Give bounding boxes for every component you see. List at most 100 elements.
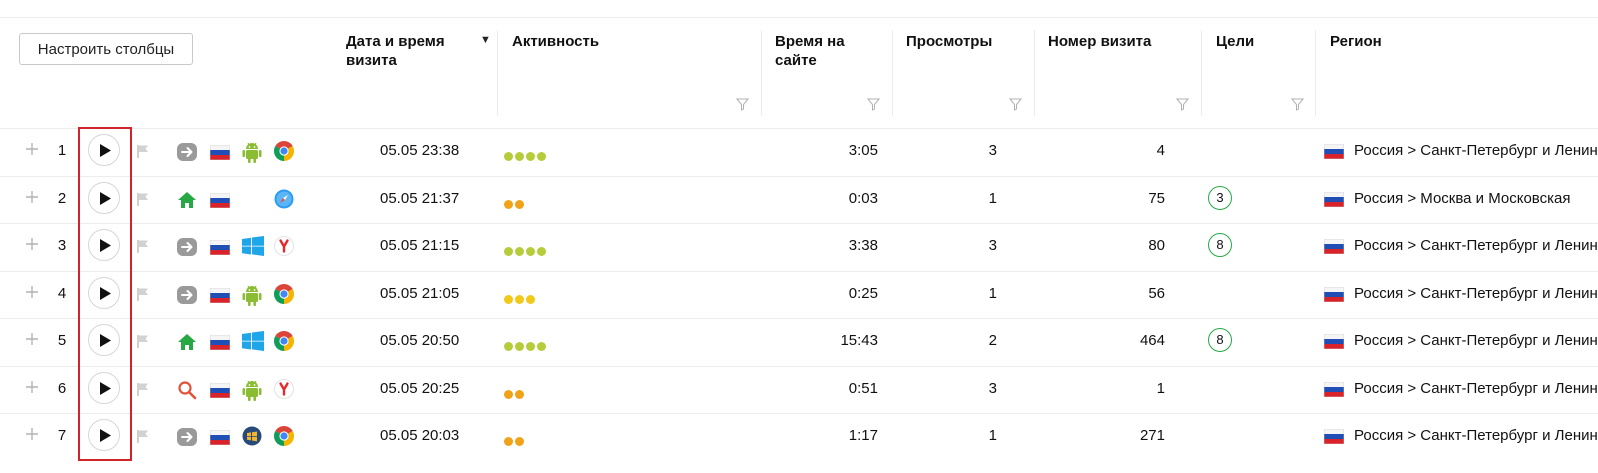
visit-number: 75 bbox=[1148, 189, 1165, 207]
direct-arrow-icon bbox=[177, 427, 197, 452]
time-on-site: 15:43 bbox=[840, 332, 878, 349]
expand-row-icon[interactable] bbox=[24, 141, 40, 157]
views-count: 3 bbox=[988, 379, 997, 397]
visit-datetime: 05.05 20:50 bbox=[380, 332, 460, 349]
visit-number-filter-icon[interactable] bbox=[1176, 98, 1189, 111]
row-number: 2 bbox=[57, 189, 67, 207]
expand-row-icon[interactable] bbox=[24, 379, 40, 395]
android-icon bbox=[242, 141, 262, 168]
play-session-button[interactable] bbox=[88, 229, 120, 261]
region-text: Россия > Санкт-Петербург и Ленинградская bbox=[1354, 332, 1598, 349]
activity-dot bbox=[504, 247, 513, 256]
play-session-button[interactable] bbox=[88, 419, 120, 451]
russia-flag-icon bbox=[1323, 191, 1345, 212]
row-number: 7 bbox=[57, 427, 67, 444]
russia-flag-icon bbox=[1323, 238, 1345, 259]
activity-dot bbox=[537, 152, 546, 161]
views-count: 3 bbox=[988, 237, 997, 254]
flag-icon[interactable] bbox=[136, 144, 150, 158]
play-session-button[interactable] bbox=[88, 134, 120, 166]
flag-icon[interactable] bbox=[136, 287, 150, 301]
visit-datetime: 05.05 20:03 bbox=[380, 427, 460, 444]
russia-flag-icon bbox=[209, 382, 231, 403]
visit-number: 80 bbox=[1148, 237, 1165, 254]
russia-flag-icon bbox=[209, 192, 231, 213]
flag-icon[interactable] bbox=[136, 239, 150, 253]
play-session-button[interactable] bbox=[88, 276, 120, 309]
column-header-activity[interactable]: Активность bbox=[512, 32, 599, 51]
activity-indicator bbox=[504, 148, 548, 166]
activity-dot bbox=[504, 199, 513, 209]
sort-desc-icon[interactable]: ▼ bbox=[480, 34, 491, 46]
table-row[interactable]: 5 05.05 20:50 15:43 2 464 8 Россия > Сан… bbox=[0, 318, 1598, 365]
flag-icon[interactable] bbox=[136, 382, 150, 396]
activity-indicator bbox=[504, 243, 548, 261]
views-count: 3 bbox=[988, 142, 997, 159]
time-filter-icon[interactable] bbox=[867, 98, 880, 111]
play-icon bbox=[100, 429, 111, 442]
flag-icon[interactable] bbox=[136, 334, 150, 348]
activity-dot bbox=[515, 437, 524, 446]
column-header-views[interactable]: Просмотры bbox=[906, 32, 992, 51]
visit-datetime: 05.05 20:25 bbox=[380, 379, 460, 397]
direct-arrow-icon bbox=[177, 142, 197, 167]
views-filter-icon[interactable] bbox=[1009, 98, 1022, 111]
column-header-visit-number[interactable]: Номер визита bbox=[1048, 32, 1151, 51]
activity-indicator bbox=[504, 196, 526, 214]
table-row[interactable]: 6 05.05 20:25 0:51 3 1 Россия > Санкт-Пе… bbox=[0, 366, 1598, 413]
column-header-region[interactable]: Регион bbox=[1330, 32, 1382, 51]
activity-dot bbox=[526, 247, 535, 256]
flag-icon[interactable] bbox=[136, 192, 150, 206]
russia-flag-icon bbox=[1323, 381, 1345, 402]
visit-number: 271 bbox=[1139, 427, 1165, 444]
goals-badge[interactable]: 8 bbox=[1208, 328, 1232, 352]
column-header-datetime[interactable]: Дата и время визита bbox=[346, 32, 476, 70]
table-row[interactable]: 4 05.05 21:05 0:25 1 56 Россия > Санкт-П… bbox=[0, 271, 1598, 318]
expand-row-icon[interactable] bbox=[24, 189, 40, 205]
play-session-button[interactable] bbox=[88, 324, 120, 356]
activity-dot bbox=[515, 152, 524, 161]
visit-number: 1 bbox=[1156, 379, 1165, 397]
activity-filter-icon[interactable] bbox=[736, 98, 749, 111]
expand-row-icon[interactable] bbox=[24, 284, 40, 300]
windows-icon bbox=[242, 236, 264, 261]
row-divider bbox=[0, 413, 1598, 414]
row-number: 3 bbox=[57, 237, 67, 254]
play-icon bbox=[100, 191, 111, 205]
russia-flag-icon bbox=[209, 334, 231, 355]
play-icon bbox=[100, 381, 111, 395]
play-session-button[interactable] bbox=[88, 371, 120, 404]
visit-datetime: 05.05 21:37 bbox=[380, 189, 460, 207]
windows7-icon bbox=[242, 426, 262, 451]
visit-datetime: 05.05 21:05 bbox=[380, 284, 460, 302]
column-header-goals[interactable]: Цели bbox=[1216, 32, 1254, 51]
play-icon bbox=[100, 334, 111, 347]
table-row[interactable]: 2 05.05 21:37 0:03 1 75 3 Россия > Москв… bbox=[0, 176, 1598, 223]
play-session-button[interactable] bbox=[88, 181, 120, 214]
expand-row-icon[interactable] bbox=[24, 331, 40, 347]
table-row[interactable]: 3 05.05 21:15 3:38 3 80 8 Россия > Санкт… bbox=[0, 223, 1598, 270]
table-row[interactable]: 7 05.05 20:03 1:17 1 271 Россия > Санкт-… bbox=[0, 413, 1598, 460]
goals-badge[interactable]: 3 bbox=[1208, 185, 1232, 210]
home-icon bbox=[177, 190, 197, 215]
russia-flag-icon bbox=[209, 287, 231, 308]
column-separator bbox=[1034, 30, 1035, 116]
activity-dot bbox=[526, 152, 535, 161]
expand-row-icon[interactable] bbox=[24, 426, 40, 442]
android-icon bbox=[242, 379, 262, 406]
time-on-site: 0:51 bbox=[848, 379, 878, 397]
goals-filter-icon[interactable] bbox=[1291, 98, 1304, 111]
activity-indicator bbox=[504, 291, 537, 309]
flag-icon[interactable] bbox=[136, 429, 150, 443]
chrome-icon bbox=[274, 141, 294, 166]
chrome-icon bbox=[274, 331, 294, 356]
direct-arrow-icon bbox=[177, 237, 197, 262]
region-text: Россия > Санкт-Петербург и Ленинградская bbox=[1354, 284, 1598, 302]
goals-badge[interactable]: 8 bbox=[1208, 233, 1232, 257]
activity-dot bbox=[504, 389, 513, 399]
column-header-time-on-site[interactable]: Время на сайте bbox=[775, 32, 875, 70]
russia-flag-icon bbox=[209, 429, 231, 450]
configure-columns-button[interactable]: Настроить столбцы bbox=[19, 33, 193, 65]
expand-row-icon[interactable] bbox=[24, 236, 40, 252]
table-row[interactable]: 1 05.05 23:38 3:05 3 4 Россия > Санкт-Пе… bbox=[0, 128, 1598, 175]
